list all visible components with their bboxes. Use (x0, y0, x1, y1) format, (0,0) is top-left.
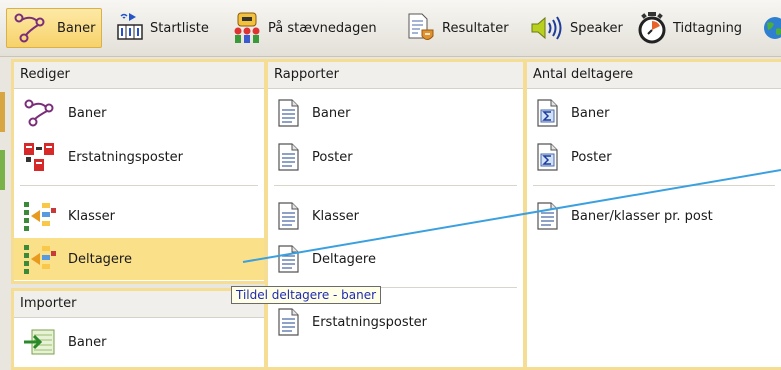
document-icon (278, 308, 299, 336)
menu-item-importer-baner[interactable]: Baner (14, 321, 264, 363)
tab-baner-label: Baner (57, 20, 96, 36)
sum-document-icon (537, 99, 558, 127)
sum-document-icon (537, 143, 558, 171)
menu-item-antal-baner[interactable]: Baner (527, 92, 781, 134)
document-icon (278, 99, 299, 127)
menu-item-antal-poster[interactable]: Poster (527, 136, 781, 178)
menu-item-antal-baner-label: Baner (571, 105, 610, 121)
menu-item-antal-baner-klasser-pr-post[interactable]: Baner/klasser pr. post (527, 195, 781, 237)
route-icon (14, 13, 45, 43)
tab-startliste[interactable]: Startliste (112, 8, 220, 48)
document-icon (278, 245, 299, 273)
menu-item-importer-baner-label: Baner (68, 334, 107, 350)
menu-item-rapport-poster[interactable]: Poster (268, 136, 523, 178)
document-icon (537, 202, 558, 230)
separator (20, 185, 258, 186)
menu-item-rapport-poster-label: Poster (312, 149, 353, 165)
menu-item-antal-baner-klasser-pr-post-label: Baner/klasser pr. post (571, 208, 713, 224)
substitute-controls-icon (24, 143, 54, 171)
panel-rediger: Rediger Baner Erstatningsposter Klasser … (11, 59, 267, 284)
globe-icon (764, 17, 781, 39)
tab-tidtagning-label: Tidtagning (673, 20, 743, 36)
tab-speaker-label: Speaker (570, 20, 623, 36)
panel-rediger-title: Rediger (14, 62, 264, 89)
panel-importer-title: Importer (14, 291, 264, 318)
menu-item-erstatningsposter-label: Erstatningsposter (68, 149, 184, 165)
tab-tidtagning[interactable]: Tidtagning (633, 8, 759, 48)
left-edge-decoration (0, 92, 5, 132)
people-icon (234, 12, 260, 43)
tab-paa-staevnedagen[interactable]: På stævnedagen (228, 8, 396, 48)
tab-globe[interactable] (762, 8, 781, 48)
menu-item-deltagere[interactable]: Deltagere (14, 238, 264, 280)
tab-resultater[interactable]: Resultater (402, 8, 522, 48)
speaker-icon (531, 16, 562, 40)
menu-item-rapport-klasser[interactable]: Klasser (268, 195, 523, 237)
tab-resultater-label: Resultater (442, 20, 509, 36)
classes-icon (24, 202, 56, 231)
results-icon (408, 13, 434, 40)
tooltip: Tildel deltagere - baner (231, 286, 382, 304)
tab-startliste-label: Startliste (150, 20, 209, 36)
panel-rapporter: Rapporter Baner Poster Klasser Deltagere… (265, 59, 526, 370)
menu-item-erstatningsposter[interactable]: Erstatningsposter (14, 136, 264, 178)
menu-item-antal-poster-label: Poster (571, 149, 612, 165)
participants-icon (24, 245, 56, 274)
menu-item-rapport-deltagere[interactable]: Deltagere (268, 238, 523, 280)
document-icon (278, 202, 299, 230)
menu-item-klasser[interactable]: Klasser (14, 195, 264, 237)
menu-item-klasser-label: Klasser (68, 208, 115, 224)
panel-rapporter-title: Rapporter (268, 62, 523, 89)
menu-item-rapport-deltagere-label: Deltagere (312, 251, 376, 267)
panel-importer: Importer Baner (11, 288, 267, 370)
tab-speaker[interactable]: Speaker (526, 8, 632, 48)
startlist-icon (117, 13, 143, 40)
ribbon-toolbar: Baner Startliste På stævnedagen Resultat… (0, 0, 781, 57)
panel-antal-deltagere: Antal deltagere Baner Poster Baner/klass… (524, 59, 781, 370)
route-icon (24, 99, 54, 127)
menu-item-rapport-erstatningsposter-label: Erstatningsposter (312, 314, 428, 330)
menu-item-rapport-klasser-label: Klasser (312, 208, 359, 224)
import-icon (24, 329, 55, 355)
document-icon (278, 143, 299, 171)
menu-item-baner-label: Baner (68, 105, 107, 121)
menu-item-baner[interactable]: Baner (14, 92, 264, 134)
menu-item-deltagere-label: Deltagere (68, 251, 132, 267)
stopwatch-icon (638, 12, 666, 44)
left-edge-decoration (0, 150, 5, 190)
separator (533, 185, 775, 186)
tab-paa-staevnedagen-label: På stævnedagen (268, 20, 377, 36)
panel-antal-deltagere-title: Antal deltagere (527, 62, 781, 89)
menu-item-rapport-baner-label: Baner (312, 105, 351, 121)
tab-baner[interactable]: Baner (6, 8, 102, 48)
menu-item-rapport-baner[interactable]: Baner (268, 92, 523, 134)
menu-item-rapport-erstatningsposter[interactable]: Erstatningsposter (268, 301, 523, 343)
separator (274, 185, 517, 186)
